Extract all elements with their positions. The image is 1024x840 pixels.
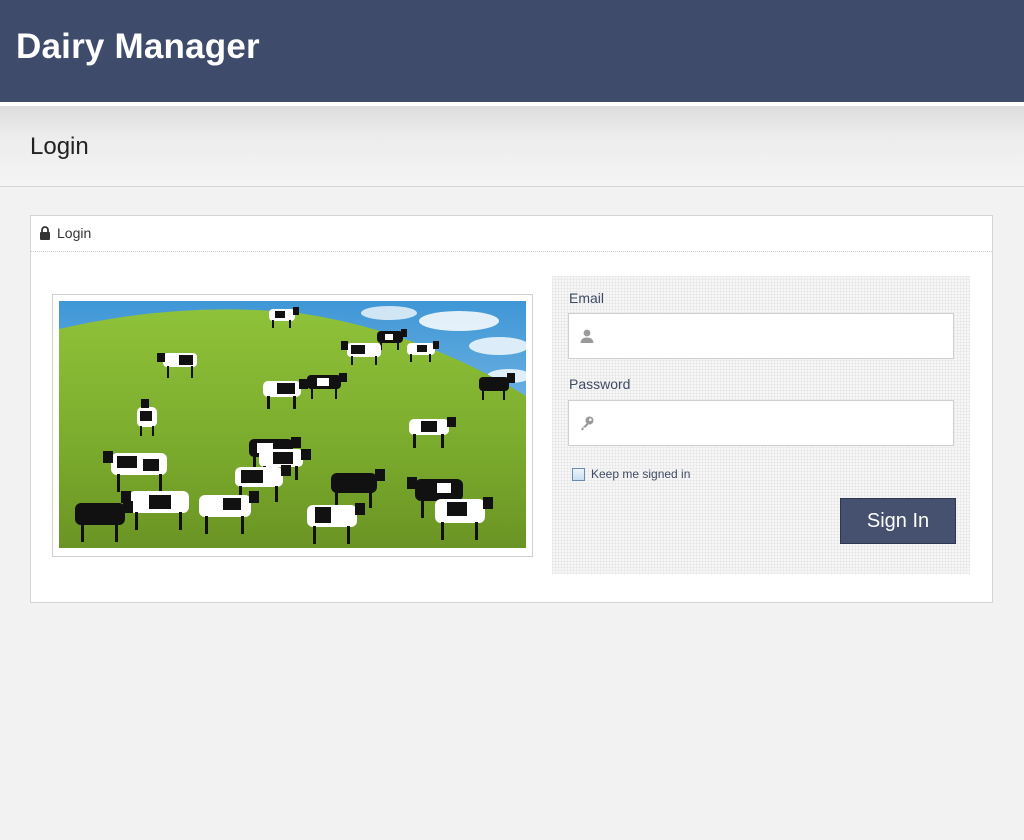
email-label: Email (569, 290, 605, 306)
page-title: Login (30, 133, 89, 160)
user-icon (580, 329, 594, 343)
email-input[interactable] (605, 314, 945, 360)
photo-frame (52, 294, 533, 557)
password-field-wrapper (568, 400, 954, 447)
email-field-wrapper (568, 313, 954, 360)
page-header: Login (0, 106, 1024, 187)
login-form: Email Password Keep me signed in Sign In (552, 276, 970, 574)
password-input[interactable] (605, 401, 945, 447)
keep-signed-in-label[interactable]: Keep me signed in (591, 467, 690, 481)
cows-photo (59, 301, 526, 548)
lock-icon (40, 226, 50, 240)
keep-signed-in-checkbox[interactable] (572, 468, 585, 481)
app-title: Dairy Manager (16, 27, 260, 66)
login-panel: Login Email Password Keep me signed in S… (30, 215, 993, 603)
key-icon (581, 416, 594, 431)
cows-on-hill-illustration (59, 301, 526, 548)
panel-heading: Login (31, 216, 992, 252)
top-bar: Dairy Manager (0, 0, 1024, 106)
password-label: Password (569, 376, 631, 392)
panel-heading-label: Login (57, 225, 92, 241)
sign-in-button[interactable]: Sign In (840, 498, 956, 544)
